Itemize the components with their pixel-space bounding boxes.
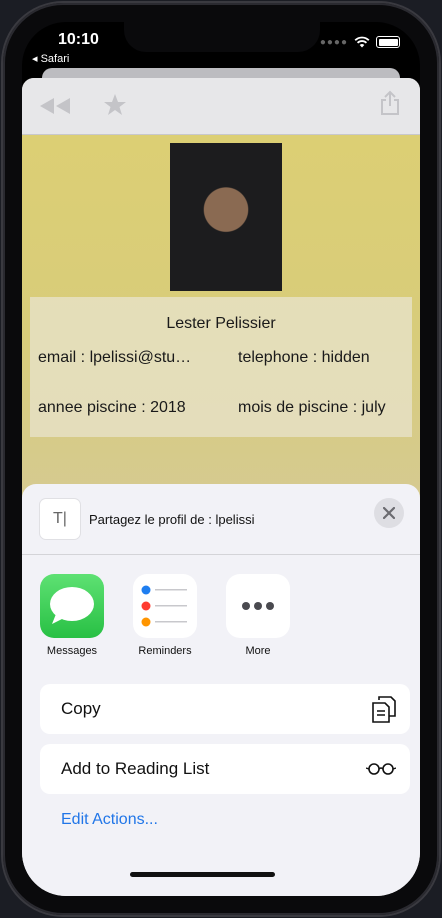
- page-toolbar: [22, 78, 420, 135]
- star-icon[interactable]: [103, 93, 127, 117]
- annee-piscine-field: annee piscine : 2018: [38, 399, 186, 416]
- rewind-icon[interactable]: [40, 98, 70, 114]
- share-icon[interactable]: [380, 90, 400, 116]
- text-document-icon: T|: [40, 499, 80, 539]
- status-indicators: ●●●●: [320, 36, 400, 48]
- telephone-field: telephone : hidden: [238, 349, 370, 366]
- share-sheet-title: Partagez le profil de : lpelissi: [89, 512, 255, 527]
- email-field: email : lpelissi@stu…: [38, 349, 192, 366]
- copy-action[interactable]: Copy: [40, 684, 410, 734]
- back-to-app-link[interactable]: ◂ Safari: [32, 52, 69, 65]
- share-app-label: More: [245, 645, 271, 657]
- profile-page: Lester Pelissier email : lpelissi@stu… t…: [22, 78, 420, 896]
- mois-piscine-field: mois de piscine : july: [238, 399, 386, 416]
- edit-actions-link[interactable]: Edit Actions...: [61, 811, 158, 829]
- profile-name: Lester Pelissier: [166, 315, 276, 332]
- share-sheet: T| Partagez le profil de : lpelissi Mess…: [22, 484, 420, 896]
- more-icon: [226, 574, 290, 638]
- share-app-reminders[interactable]: Reminders: [133, 574, 197, 657]
- battery-icon: [376, 36, 400, 48]
- notch: [124, 22, 320, 52]
- share-app-messages[interactable]: Messages: [40, 574, 104, 657]
- share-sheet-header: T| Partagez le profil de : lpelissi: [22, 484, 420, 555]
- share-app-more[interactable]: More: [226, 574, 290, 657]
- profile-photo: [170, 143, 282, 291]
- signal-icon: ●●●●: [319, 36, 348, 48]
- reminders-icon: [133, 574, 197, 638]
- share-app-label: Messages: [46, 645, 98, 657]
- messages-icon: [40, 574, 104, 638]
- close-icon: [383, 507, 395, 519]
- reading-list-label: Add to Reading List: [61, 759, 210, 778]
- share-apps-row: Messages Reminders More: [40, 574, 290, 657]
- status-time: 10:10: [58, 31, 99, 48]
- home-indicator[interactable]: [130, 872, 275, 877]
- copy-label: Copy: [61, 699, 101, 718]
- wifi-icon: [354, 36, 370, 48]
- share-app-label: Reminders: [138, 645, 192, 657]
- copy-icon: [372, 696, 396, 723]
- screen: 10:10 ◂ Safari ●●●● Lester Pelissier ema…: [22, 22, 420, 896]
- profile-info-card: Lester Pelissier email : lpelissi@stu… t…: [30, 297, 412, 437]
- glasses-icon: [366, 763, 396, 775]
- add-to-reading-list-action[interactable]: Add to Reading List: [40, 744, 410, 794]
- close-button[interactable]: [374, 498, 404, 528]
